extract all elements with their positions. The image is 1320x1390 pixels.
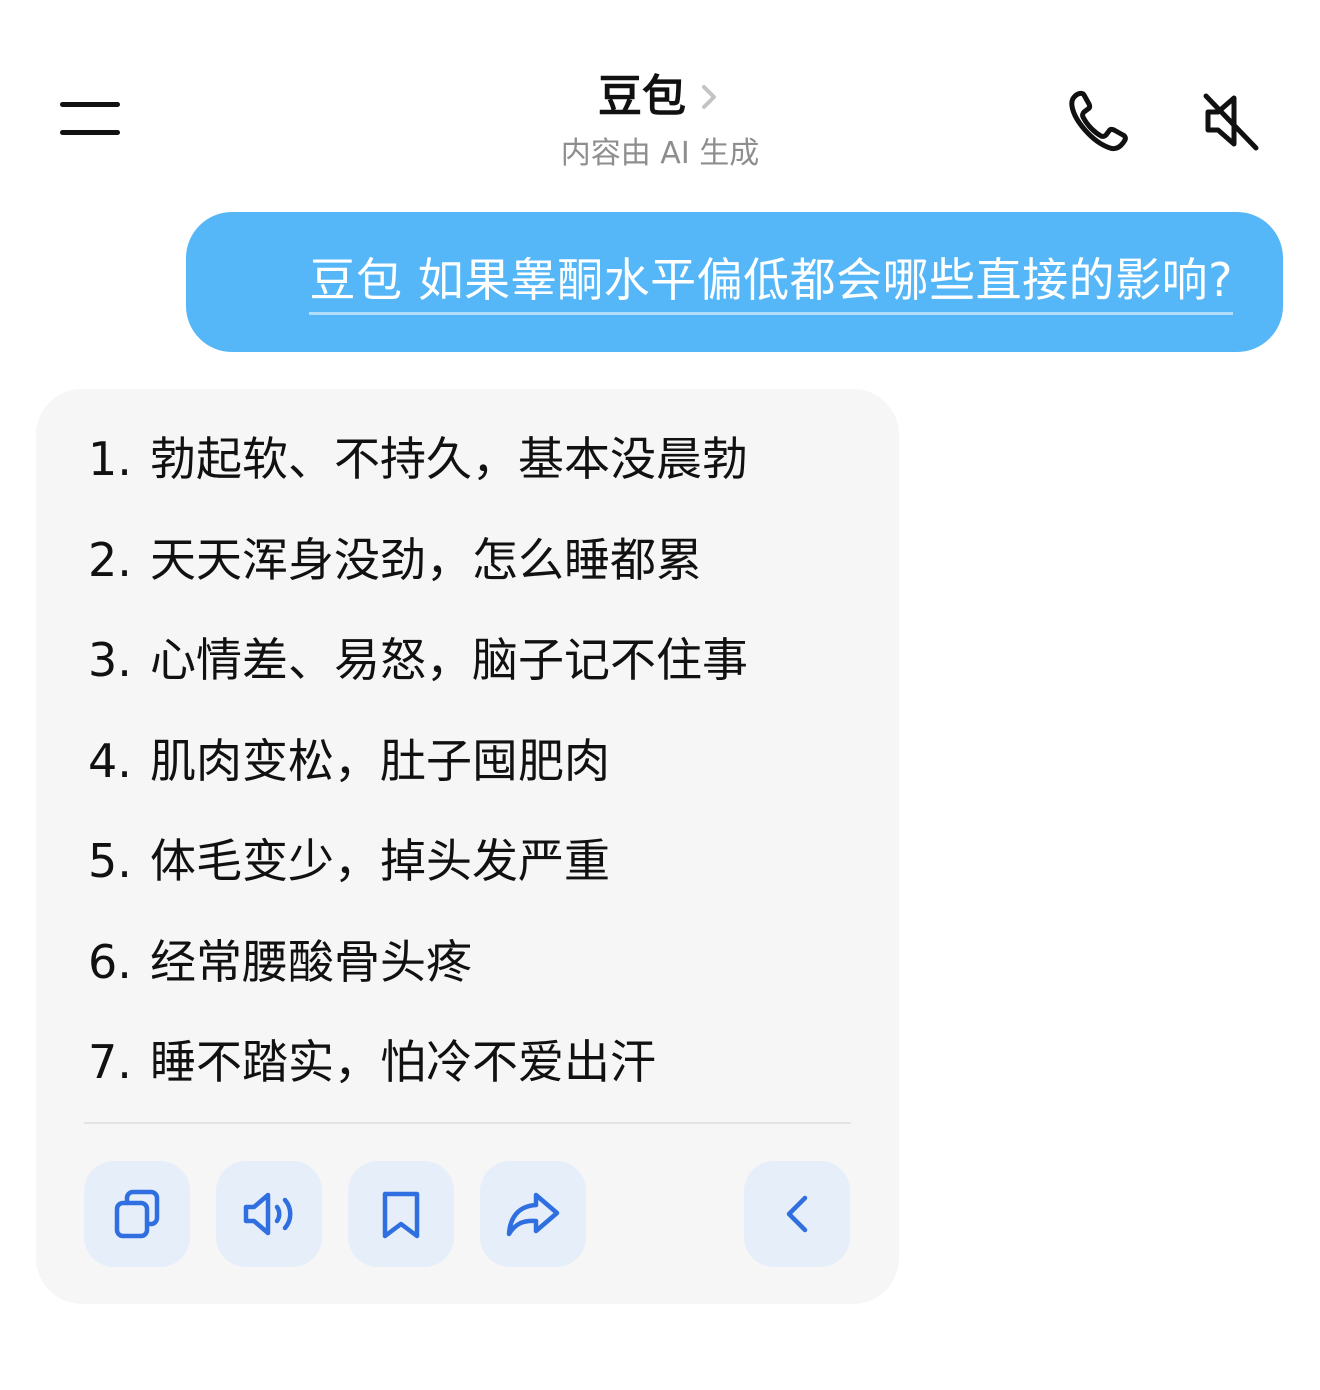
list-item: 4. 肌肉变松，肚子囤肥肉 — [88, 733, 610, 788]
copy-icon — [114, 1189, 160, 1239]
phone-icon — [1069, 90, 1128, 152]
share-icon — [506, 1192, 560, 1237]
bookmark-icon — [382, 1191, 420, 1239]
mute-toggle-button[interactable] — [1196, 86, 1266, 156]
list-item: 3. 心情差、易怒，脑子记不住事 — [88, 633, 748, 687]
phone-call-button[interactable] — [1062, 86, 1132, 156]
user-message-bubble[interactable]: 豆包 如果睾酮水平偏低都会哪些直接的影响? — [186, 212, 1283, 352]
speaker-icon — [243, 1192, 293, 1236]
collapse-actions-button[interactable] — [744, 1161, 850, 1267]
share-button[interactable] — [480, 1161, 586, 1267]
mute-icon — [1203, 93, 1259, 151]
list-item: 7. 睡不踏实，怕冷不爱出汗 — [88, 1035, 656, 1089]
bot-profile-link[interactable]: 豆包 — [598, 70, 722, 124]
answer-list: 1. 勃起软、不持久，基本没晨勃 2. 天天浑身没劲，怎么睡都累 3. 心情差、易怒，… — [88, 419, 748, 1123]
chevron-left-icon — [786, 1195, 808, 1233]
list-item: 5. 体毛变少，掉头发严重 — [88, 834, 610, 888]
list-item: 6. 经常腰酸骨头疼 — [88, 934, 472, 989]
hamburger-menu-icon — [60, 102, 120, 107]
list-item: 1. 勃起软、不持久，基本没晨勃 — [88, 432, 748, 486]
bookmark-button[interactable] — [348, 1161, 454, 1267]
bot-reply-bubble: 1. 勃起软、不持久，基本没晨勃 2. 天天浑身没劲，怎么睡都累 3. 心情差、易怒，… — [36, 389, 899, 1304]
user-message-text: 豆包 如果睾酮水平偏低都会哪些直接的影响? — [309, 250, 1233, 315]
ai-generated-notice: 内容由 AI 生成 — [560, 136, 760, 171]
menu-button[interactable] — [58, 100, 122, 140]
chevron-right-icon — [702, 85, 716, 109]
divider — [84, 1122, 851, 1124]
bot-name: 豆包 — [598, 71, 686, 122]
read-aloud-button[interactable] — [216, 1161, 322, 1267]
copy-button[interactable] — [84, 1161, 190, 1267]
list-item: 2. 天天浑身没劲，怎么睡都累 — [88, 532, 702, 587]
chat-header-title: 豆包 内容由 AI 生成 — [460, 70, 860, 172]
